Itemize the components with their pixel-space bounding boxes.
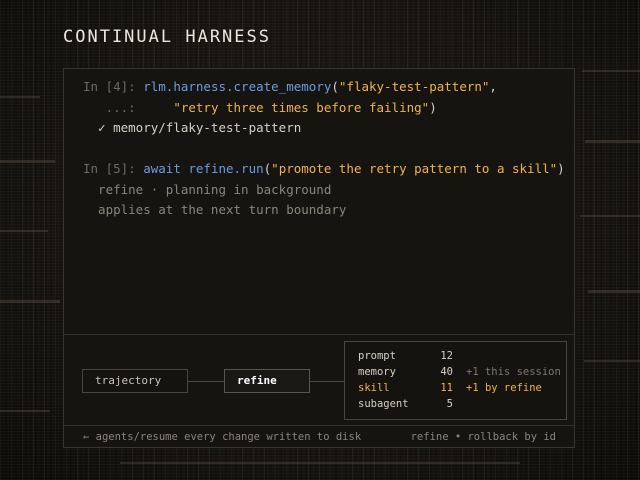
cell-4-result: ✓ memory/flaky-test-pattern <box>83 118 565 139</box>
divider <box>64 425 574 426</box>
cell-5-input[interactable]: In [5]: await refine.run("promote the re… <box>83 159 565 180</box>
footer-rollback-note: refine • rollback by id <box>410 431 556 443</box>
stat-row-subagent: subagent 5 <box>358 396 563 412</box>
continuation-prompt: ...: <box>83 99 174 115</box>
stat-note: +1 by refine <box>466 382 542 394</box>
create-memory-call: rlm.harness.create_memory <box>143 79 332 94</box>
refine-status-line: refine · planning in background <box>83 181 332 197</box>
result-path: memory/flaky-test-pattern <box>105 120 302 135</box>
stat-name: prompt <box>358 350 396 362</box>
stat-value: 5 <box>446 398 453 410</box>
connector-line <box>188 381 224 382</box>
close-paren: ) <box>429 99 437 115</box>
refine-instruction-arg: "promote the retry pattern to a skill" <box>271 161 558 176</box>
harness-panel: In [4]: rlm.harness.create_memory("flaky… <box>63 68 575 448</box>
stat-value: 11 <box>440 382 453 394</box>
refine-apply-line: applies at the next turn boundary <box>83 202 347 217</box>
stat-name: memory <box>358 366 396 378</box>
stat-value: 40 <box>440 366 453 378</box>
memory-content-arg: "retry three times before failing" <box>173 99 430 115</box>
stat-row-memory: memory 40 +1 this session <box>358 364 563 380</box>
stat-row-prompt: prompt 12 <box>358 348 563 364</box>
comma: , <box>489 79 497 94</box>
close-paren: ) <box>557 161 565 176</box>
cell-4-continuation[interactable]: ...: "retry three times before failing") <box>83 98 565 119</box>
refine-run-call: await refine.run <box>143 161 264 176</box>
stat-note: +1 this session <box>466 366 561 378</box>
connector-line <box>310 381 344 382</box>
cell-4-input[interactable]: In [4]: rlm.harness.create_memory("flaky… <box>83 77 565 98</box>
harness-stats-box: prompt 12 memory 40 +1 this session skil… <box>344 341 567 420</box>
stat-name: subagent <box>358 398 409 410</box>
cell-5-prompt: In [5]: <box>83 161 144 176</box>
refine-node[interactable]: refine <box>224 369 310 393</box>
trajectory-node[interactable]: trajectory <box>82 369 188 393</box>
check-icon: ✓ <box>83 120 106 135</box>
stat-row-skill: skill 11 +1 by refine <box>358 380 563 396</box>
page-title: CONTINUAL HARNESS <box>63 27 271 47</box>
footer-resume-note[interactable]: ← agents/resume every change written to … <box>83 431 361 443</box>
stat-value: 12 <box>440 350 453 362</box>
memory-name-arg: "flaky-test-pattern" <box>338 79 490 94</box>
stat-name: skill <box>358 382 390 394</box>
cell-4-prompt: In [4]: <box>83 79 144 94</box>
divider <box>64 334 574 335</box>
open-paren: ( <box>331 79 339 94</box>
terminal-output: In [4]: rlm.harness.create_memory("flaky… <box>83 77 565 221</box>
